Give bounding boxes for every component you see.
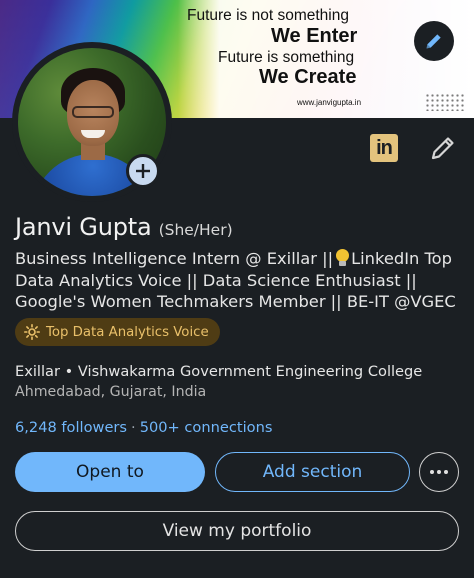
banner-dot-pattern [425,93,465,111]
banner-quote-line-1: Future is not something [187,7,349,24]
linkedin-icon[interactable]: in [370,134,398,162]
banner-website: www.janvigupta.in [297,98,362,107]
open-to-button[interactable]: Open to [15,452,205,492]
headline-text-part-1: Business Intelligence Intern @ Exillar |… [15,249,334,268]
profile-pronouns: (She/Her) [158,221,233,239]
current-position-education[interactable]: Exillar • Vishwakarma Government Enginee… [15,363,422,380]
connections-link[interactable]: 500+ connections [140,419,273,436]
sun-icon [24,324,40,340]
add-photo-button[interactable] [126,154,160,188]
banner-quote-line-2: We Enter [271,25,358,47]
lightbulb-icon [336,249,350,266]
profile-name: Janvi Gupta [15,213,152,241]
banner-edit-button[interactable] [414,21,454,61]
profile-name-row: Janvi Gupta (She/Her) [15,213,233,241]
banner-quote-line-4: We Create [259,66,357,88]
pencil-icon [426,34,441,49]
top-voice-badge[interactable]: Top Data Analytics Voice [15,318,220,346]
edit-profile-button[interactable] [428,133,458,163]
network-stats: 6,248 followers · 500+ connections [15,419,272,436]
stats-separator: · [131,419,136,436]
plus-icon [136,164,150,178]
profile-location: Ahmedabad, Gujarat, India [15,384,207,400]
banner-quote-line-3: Future is something [218,49,355,66]
profile-headline: Business Intelligence Intern @ Exillar |… [15,248,465,313]
view-portfolio-button[interactable]: View my portfolio [15,511,459,551]
badge-label: Top Data Analytics Voice [46,324,209,340]
pencil-icon [431,137,454,160]
more-actions-button[interactable] [419,452,459,492]
ellipsis-icon [430,470,448,474]
followers-link[interactable]: 6,248 followers [15,419,127,436]
add-section-button[interactable]: Add section [215,452,410,492]
